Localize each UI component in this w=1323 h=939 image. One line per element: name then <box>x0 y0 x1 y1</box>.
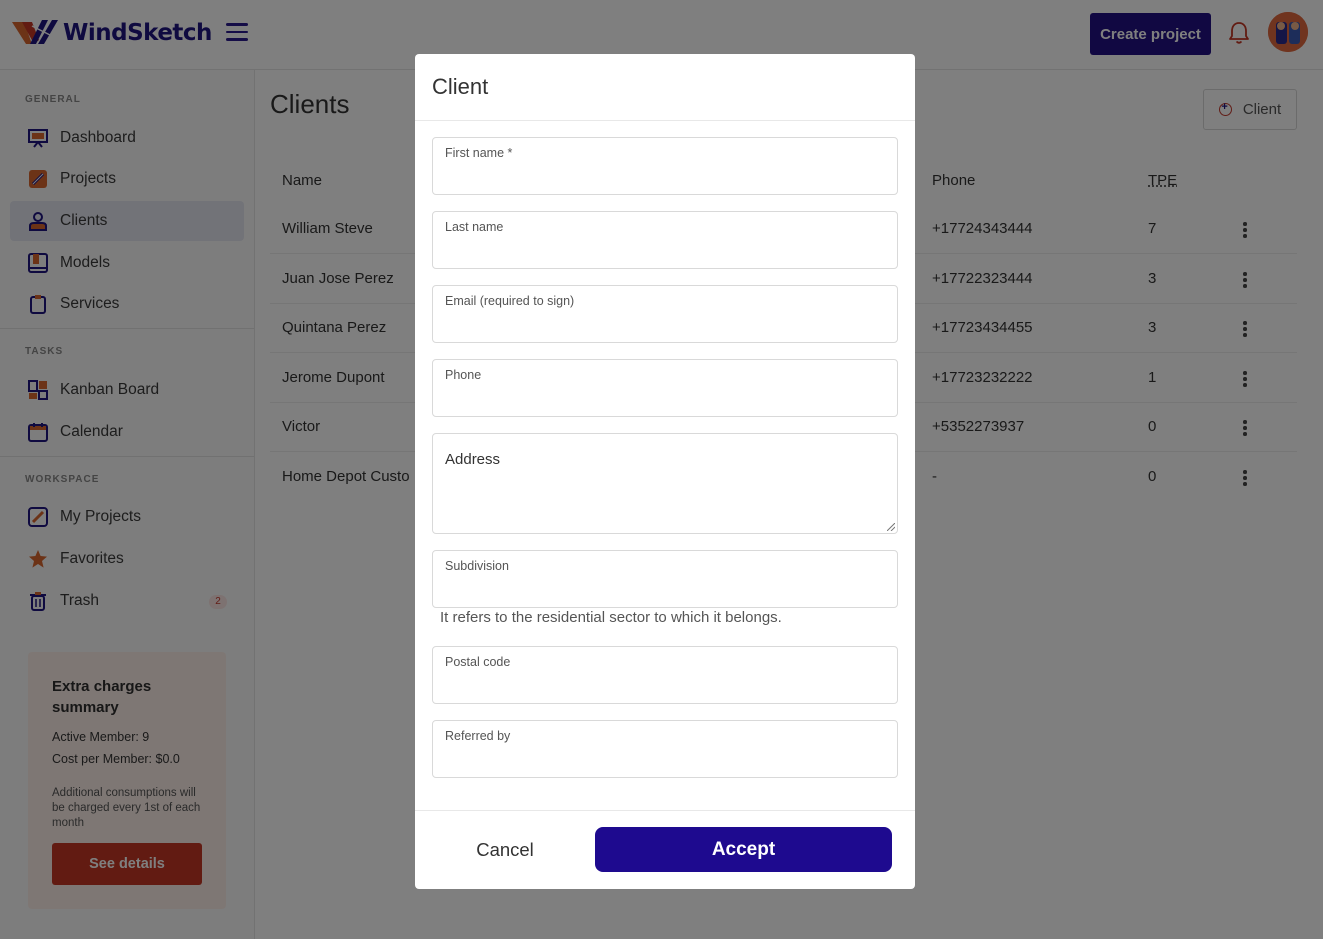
last-name-field[interactable]: Last name <box>432 211 898 269</box>
email-field[interactable]: Email (required to sign) <box>432 285 898 343</box>
referred-by-label: Referred by <box>445 729 511 743</box>
subdivision-field[interactable]: Subdivision <box>432 550 898 608</box>
subdivision-helper-text: It refers to the residential sector to w… <box>440 609 782 626</box>
referred-by-input[interactable] <box>445 749 885 771</box>
referred-by-field[interactable]: Referred by <box>432 720 898 778</box>
email-input[interactable] <box>445 314 885 336</box>
address-textarea[interactable] <box>433 434 897 533</box>
first-name-label: First name * <box>445 146 513 160</box>
postal-code-label: Postal code <box>445 655 511 669</box>
modal-title: Client <box>432 74 489 99</box>
subdivision-label: Subdivision <box>445 559 509 573</box>
phone-input[interactable] <box>445 388 885 410</box>
first-name-input[interactable] <box>445 166 885 188</box>
address-field[interactable] <box>432 433 898 534</box>
phone-label: Phone <box>445 368 482 382</box>
first-name-field[interactable]: First name * <box>432 137 898 195</box>
email-label: Email (required to sign) <box>445 294 575 308</box>
last-name-label: Last name <box>445 220 504 234</box>
phone-field[interactable]: Phone <box>432 359 898 417</box>
postal-code-input[interactable] <box>445 675 885 697</box>
accept-button[interactable]: Accept <box>595 827 892 872</box>
modal-header-divider <box>415 120 915 121</box>
client-modal: Client First name * Last name Email (req… <box>415 54 915 889</box>
subdivision-input[interactable] <box>445 579 885 601</box>
last-name-input[interactable] <box>445 240 885 262</box>
modal-footer-divider <box>415 810 915 811</box>
resize-grip-icon[interactable] <box>887 523 895 531</box>
cancel-button[interactable]: Cancel <box>455 828 555 872</box>
postal-code-field[interactable]: Postal code <box>432 646 898 704</box>
